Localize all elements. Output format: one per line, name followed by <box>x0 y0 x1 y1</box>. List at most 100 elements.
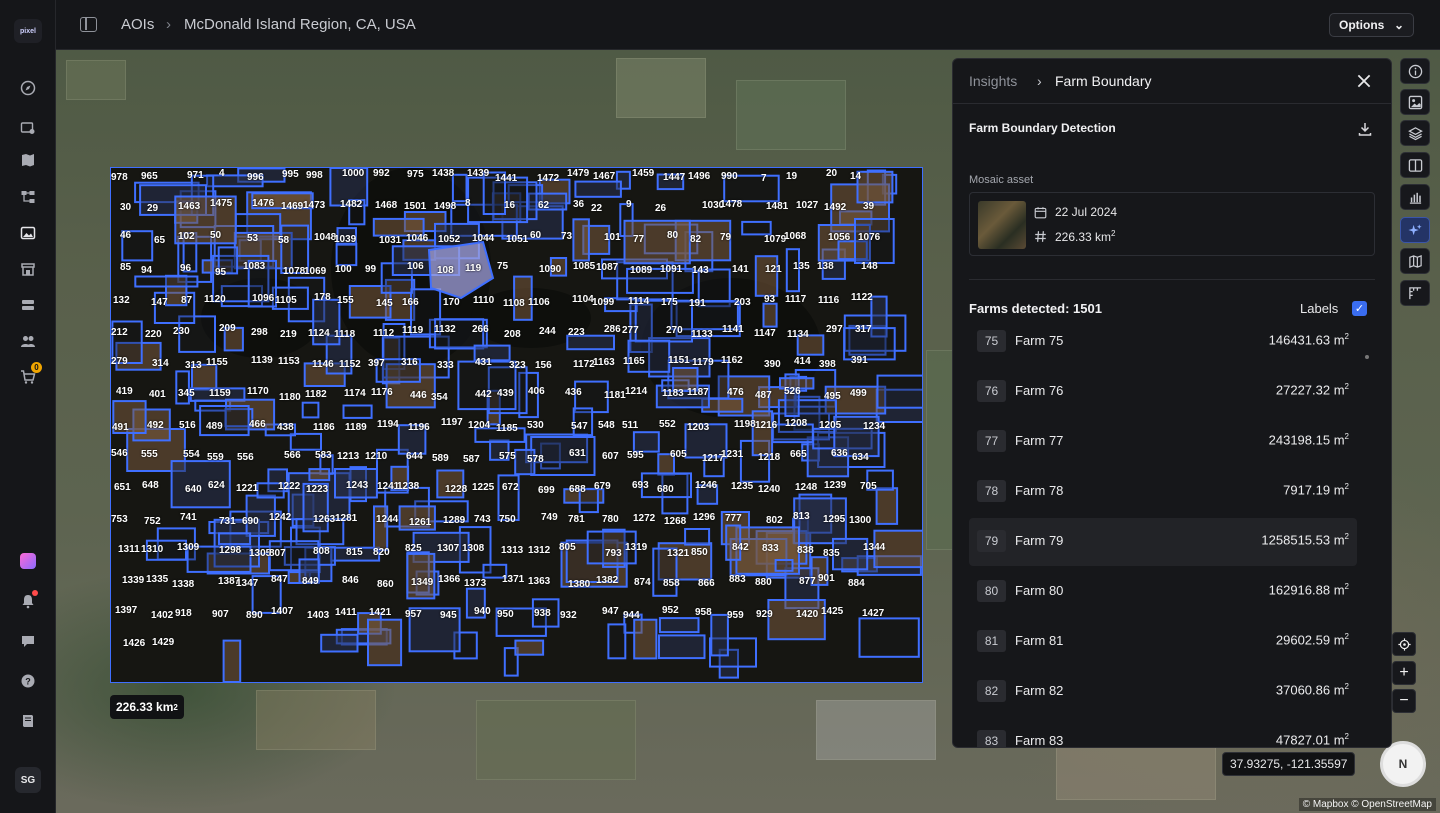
workflow-icon[interactable] <box>16 185 40 209</box>
farm-number-label: 1242 <box>269 512 292 523</box>
farm-list-item[interactable]: 83 Farm 83 47827.01 m2 <box>969 718 1357 747</box>
farm-list-item[interactable]: 75 Farm 75 146431.63 m2 <box>969 321 1357 366</box>
list-scrollbar[interactable] <box>1365 355 1369 359</box>
farm-parcel[interactable] <box>876 374 924 409</box>
zoom-in-button[interactable]: + <box>1392 661 1416 685</box>
map-book-icon[interactable] <box>16 148 40 172</box>
farm-number-label: 391 <box>851 355 868 366</box>
aoi-farm-boundary-overlay[interactable]: 978 965 971 4 996 995 998 1000 992 975 1438 1439 144… <box>110 167 923 683</box>
zoom-out-button[interactable]: − <box>1392 689 1416 713</box>
options-dropdown-button[interactable]: Options ⌄ <box>1329 13 1414 37</box>
farm-number-label: 1373 <box>464 578 487 589</box>
section-title: Farm Boundary Detection <box>969 121 1116 135</box>
farm-parcel[interactable] <box>373 505 389 552</box>
farm-area-value: 243198.15 m <box>1268 432 1345 448</box>
labels-checkbox[interactable]: ✓ <box>1352 301 1367 316</box>
farm-parcel[interactable] <box>222 639 242 682</box>
farm-parcel[interactable] <box>218 532 252 546</box>
farm-list-item[interactable]: 80 Farm 80 162916.88 m2 <box>969 568 1357 616</box>
farm-list-item[interactable]: 77 Farm 77 243198.15 m2 <box>969 418 1357 466</box>
mosaic-asset-card[interactable]: 22 Jul 2024 226.33 km2 <box>969 192 1375 256</box>
farm-number-label: 1347 <box>236 578 259 589</box>
farm-parcel[interactable] <box>741 220 772 236</box>
app-logo[interactable]: pixel <box>14 19 42 43</box>
farm-parcel[interactable] <box>875 487 899 525</box>
farm-list-item[interactable]: 78 Farm 78 7917.19 m2 <box>969 468 1357 516</box>
farm-number-label: 992 <box>373 168 390 179</box>
farm-parcel[interactable] <box>457 360 517 411</box>
image-icon[interactable] <box>1400 89 1430 115</box>
farm-number-label: 1307 <box>437 543 460 554</box>
help-icon[interactable]: ? <box>16 669 40 693</box>
farm-number-label: 901 <box>818 573 835 584</box>
farm-parcel[interactable] <box>607 623 627 660</box>
sparkle-insights-icon[interactable] <box>1400 217 1430 243</box>
farm-number-label: 1321 <box>667 548 690 559</box>
farm-number-label: 1132 <box>434 324 456 335</box>
farm-parcel[interactable] <box>367 618 403 667</box>
measure-icon[interactable] <box>1400 280 1430 306</box>
farm-number-label: 1076 <box>858 232 881 243</box>
info-icon[interactable] <box>1400 58 1430 84</box>
apps-gradient-icon[interactable] <box>16 549 40 573</box>
chart-icon[interactable] <box>1400 184 1430 210</box>
gallery-icon[interactable] <box>16 221 40 245</box>
locate-me-icon[interactable] <box>1392 632 1416 656</box>
breadcrumb-farm-boundary: Farm Boundary <box>1055 73 1152 89</box>
farm-parcel[interactable] <box>858 617 920 658</box>
farm-list-item[interactable]: 81 Farm 81 29602.59 m2 <box>969 618 1357 666</box>
breadcrumb-aois[interactable]: AOIs <box>121 16 154 33</box>
farm-list-item[interactable]: 79 Farm 79 1258515.53 m2 <box>969 518 1357 566</box>
farm-number-label: 1182 <box>305 389 327 400</box>
farm-parcel[interactable] <box>301 401 320 419</box>
farm-number-label: 62 <box>538 200 550 211</box>
farm-parcel[interactable] <box>754 255 779 297</box>
farm-number-label: 1046 <box>406 233 429 244</box>
sidebar-toggle-icon[interactable] <box>80 17 97 32</box>
farm-number-label: 672 <box>502 482 519 493</box>
close-icon[interactable] <box>1355 72 1373 90</box>
store-icon[interactable] <box>16 257 40 281</box>
farm-number-label: 842 <box>732 542 749 553</box>
farm-parcel[interactable] <box>320 633 359 653</box>
download-icon[interactable] <box>1357 121 1373 137</box>
layers-icon[interactable] <box>1400 120 1430 146</box>
storage-icon[interactable] <box>16 293 40 317</box>
farm-list-item[interactable]: 82 Farm 82 37060.86 m2 <box>969 668 1357 716</box>
split-view-icon[interactable] <box>1400 152 1430 178</box>
farm-parcel[interactable] <box>633 618 658 660</box>
farm-parcel[interactable] <box>856 170 894 204</box>
explore-compass-icon[interactable] <box>16 76 40 100</box>
farm-list[interactable]: 75 Farm 75 146431.63 m2 76 Farm 76 27227.32 m… <box>969 321 1361 747</box>
farm-parcel[interactable] <box>751 410 774 457</box>
notifications-bell-icon[interactable] <box>16 589 40 613</box>
map-icon[interactable] <box>1400 248 1430 274</box>
farm-parcel[interactable] <box>710 613 729 657</box>
docs-book-icon[interactable] <box>16 709 40 733</box>
user-avatar[interactable]: SG <box>15 767 41 793</box>
farm-parcel[interactable] <box>514 639 545 656</box>
imagery-settings-icon[interactable] <box>16 116 40 140</box>
farm-parcel[interactable] <box>762 302 778 328</box>
feedback-chat-icon[interactable] <box>16 629 40 653</box>
farm-parcel[interactable] <box>308 468 331 482</box>
farm-parcel[interactable] <box>335 242 358 267</box>
farm-parcel[interactable] <box>632 431 660 453</box>
farm-list-item[interactable]: 76 Farm 76 27227.32 m2 <box>969 368 1357 416</box>
farm-number-label: 1243 <box>346 480 369 491</box>
farm-parcel[interactable] <box>134 275 199 288</box>
breadcrumb-insights[interactable]: Insights <box>969 73 1017 89</box>
farm-parcel[interactable] <box>684 528 711 546</box>
map-attribution[interactable]: © Mapbox © OpenStreetMap <box>1298 798 1436 811</box>
farm-parcel[interactable] <box>658 634 706 660</box>
farm-parcel[interactable] <box>658 617 700 634</box>
farm-number-label: 499 <box>850 388 867 399</box>
team-icon[interactable] <box>16 329 40 353</box>
farm-parcel[interactable] <box>774 559 794 572</box>
farm-number-label: 143 <box>692 265 709 276</box>
farm-parcel[interactable] <box>342 404 373 419</box>
farm-number-label: 1222 <box>278 481 301 492</box>
cart-icon[interactable]: 0 <box>16 362 42 389</box>
farm-parcel[interactable] <box>574 180 622 198</box>
farm-parcel[interactable] <box>572 218 590 262</box>
